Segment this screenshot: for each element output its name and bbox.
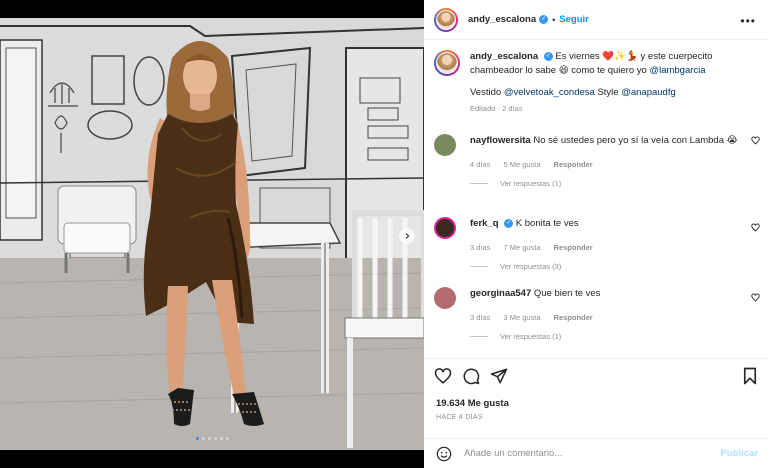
comment-age: 4 días [470, 160, 491, 169]
carousel-dot [213, 437, 217, 440]
likes-count[interactable]: 19.634 Me gusta [436, 398, 509, 409]
carousel-indicator [0, 437, 424, 440]
caption-meta: Editado · 2 días [470, 104, 523, 113]
comment-bubble-icon[interactable] [462, 367, 480, 385]
comment-like-heart-icon[interactable] [751, 223, 760, 232]
caption-text: como te quiero yo [571, 65, 647, 76]
save-bookmark-icon[interactable] [742, 367, 758, 385]
verified-badge-icon: ✓ [504, 218, 514, 228]
author-username[interactable]: andy_escalona [468, 14, 536, 25]
reply-button[interactable]: Responder [554, 243, 593, 252]
mention-link[interactable]: @anapaudfg [621, 87, 676, 98]
post-side-panel: andy_escalona ✓ • Seguir ••• andy_escalo… [424, 0, 768, 468]
view-replies-button[interactable]: Ver respuestas (1) [470, 179, 764, 188]
comment-like-heart-icon[interactable] [751, 293, 760, 302]
caption-emojis: ❤️✨💃 [602, 51, 638, 62]
commenter-username[interactable]: nayflowersita [470, 135, 531, 146]
comment-age: 3 días [470, 313, 491, 322]
mention-link[interactable]: @lambgarcia [649, 65, 705, 76]
posted-time: HACE 4 DÍAS [436, 414, 483, 421]
comment-likes[interactable]: 7 Me gusta [503, 243, 540, 252]
post-actions: 19.634 Me gusta HACE 4 DÍAS Publicar [424, 358, 768, 468]
carousel-next-button[interactable] [399, 228, 415, 244]
carousel-dot [201, 437, 205, 440]
caption-emoji: 😆 [558, 65, 569, 76]
chevron-right-icon [405, 233, 410, 239]
comment-item: nayflowersita No sé ustedes pero yo sí l… [434, 134, 764, 188]
commenter-username[interactable]: ferk_q [470, 218, 499, 229]
commenter-avatar[interactable] [434, 217, 456, 239]
carousel-dot-active [195, 437, 199, 440]
post-caption: andy_escalona ✓ Es viernes ❤️✨💃 y este c… [434, 50, 764, 116]
comment-text: Que bien te ves [533, 288, 601, 299]
commenter-avatar[interactable] [434, 134, 456, 156]
caption-text: Style [597, 87, 619, 98]
mention-link[interactable]: @velvetoak_condesa [504, 87, 595, 98]
header-separator: • [552, 14, 556, 25]
photo-scene [0, 18, 424, 450]
comment-like-heart-icon[interactable] [751, 136, 760, 145]
post-photo[interactable] [0, 0, 424, 468]
publish-button[interactable]: Publicar [721, 448, 759, 459]
comment-likes[interactable]: 3 Me gusta [503, 313, 540, 322]
commenter-username[interactable]: georginaa547 [470, 288, 531, 299]
emoji-smiley-icon[interactable] [436, 446, 452, 462]
follow-button[interactable]: Seguir [559, 14, 589, 25]
caption-text: Es viernes [555, 51, 600, 62]
view-replies-button[interactable]: Ver respuestas (1) [470, 332, 764, 341]
instagram-post-modal: andy_escalona ✓ • Seguir ••• andy_escalo… [0, 0, 768, 468]
comment-age: 3 días [470, 243, 491, 252]
comment-item: ferk_q ✓ K bonita te ves 3 días 7 Me gus… [434, 217, 764, 271]
view-replies-button[interactable]: Ver respuestas (3) [470, 262, 764, 271]
caption-avatar[interactable] [434, 50, 460, 76]
more-options-icon[interactable]: ••• [740, 14, 756, 28]
verified-badge-icon: ✓ [539, 15, 549, 24]
post-header: andy_escalona ✓ • Seguir ••• [424, 0, 768, 40]
commenter-avatar[interactable] [434, 287, 456, 309]
comment-item: georginaa547 Que bien te ves 3 días 3 Me… [434, 287, 764, 341]
comment-emoji: 😭 [726, 135, 738, 146]
carousel-dot [225, 437, 229, 440]
author-avatar[interactable] [434, 7, 458, 32]
carousel-dot [207, 437, 211, 440]
reply-button[interactable]: Responder [554, 313, 593, 322]
reply-button[interactable]: Responder [554, 160, 593, 169]
caption-username[interactable]: andy_escalona [470, 51, 538, 62]
caption-text: Vestido [470, 87, 502, 98]
verified-badge-icon: ✓ [543, 51, 553, 61]
comment-likes[interactable]: 5 Me gusta [503, 160, 540, 169]
comment-text: K bonita te ves [515, 218, 579, 229]
comment-text: No sé ustedes pero yo sí la veía con Lam… [533, 135, 724, 146]
carousel-dot [219, 437, 223, 440]
like-heart-icon[interactable] [434, 367, 452, 385]
comment-input[interactable] [464, 448, 694, 459]
share-send-icon[interactable] [490, 367, 508, 385]
add-comment-bar: Publicar [424, 438, 768, 468]
